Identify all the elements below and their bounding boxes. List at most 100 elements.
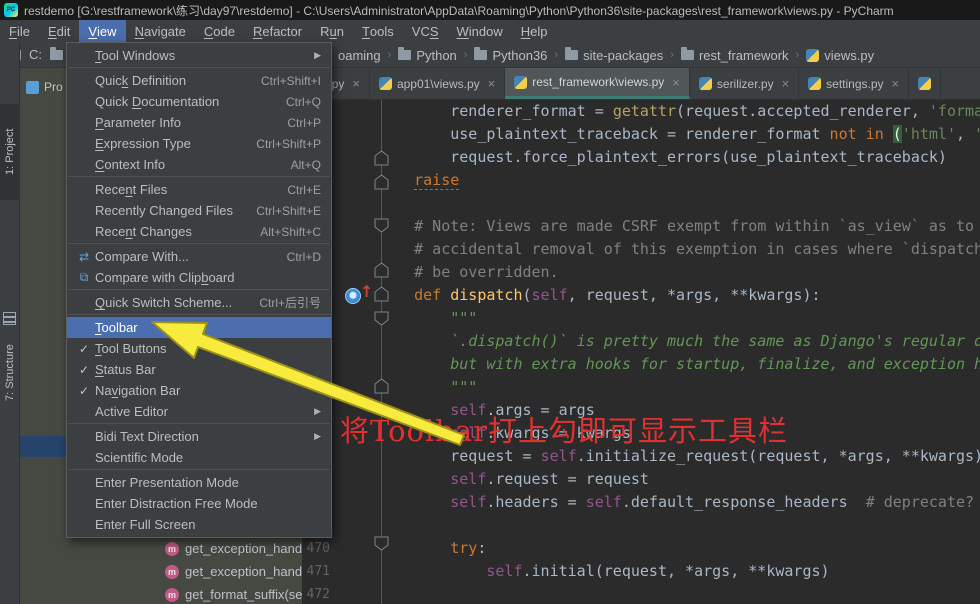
- close-icon[interactable]: ×: [892, 76, 900, 91]
- menubar-item-vcs[interactable]: VC S: [403, 20, 448, 42]
- structure-item-get-format-suffix-self[interactable]: m get_format_suffix(self,: [20, 583, 302, 604]
- python-file-icon: [514, 75, 528, 89]
- menu-item-label: Recent Changes: [95, 224, 192, 239]
- code-line: but with extra hooks for startup, finali…: [378, 355, 980, 373]
- tab-rest-framework-views-py[interactable]: rest_framework\views.py ×: [505, 68, 690, 99]
- breadcrumb-label: rest_framework: [698, 47, 789, 63]
- menubar-item-view[interactable]: View: [79, 20, 126, 42]
- menu-item-compare-with[interactable]: ⇄ Compare With... Ctrl+D: [67, 246, 331, 267]
- code-line: raise: [414, 171, 460, 190]
- menu-item-expression-type[interactable]: Expression Type Ctrl+Shift+P: [67, 133, 331, 154]
- menu-item-bidi-text-direction[interactable]: Bidi Text Direction ▶: [67, 426, 331, 447]
- close-icon[interactable]: ×: [352, 76, 360, 91]
- tool-window-button-structure[interactable]: 7: Structure: [0, 330, 20, 416]
- folder-icon: [474, 47, 488, 60]
- menu-bar: File Edit View Navigate Code Refactor Ru n Tools…: [0, 20, 980, 42]
- close-icon[interactable]: ×: [782, 76, 790, 91]
- menu-item-enter-distraction-free-mode[interactable]: Enter Distraction Free Mode: [67, 493, 331, 514]
- menu-item-quick-switch-scheme[interactable]: Quick Switch Scheme... Ctrl+后引号: [67, 292, 331, 313]
- menu-item-label: Recently Changed Files: [95, 203, 234, 218]
- menubar-item-file[interactable]: File: [0, 20, 39, 42]
- menubar-item-help[interactable]: Help: [512, 20, 557, 42]
- drive-crumb[interactable]: C:: [29, 47, 42, 62]
- menu-item-context-info[interactable]: Context Info Alt+Q: [67, 154, 331, 175]
- code-line: self.request = request: [450, 470, 649, 488]
- menu-item-tool-windows[interactable]: Tool Windows ▶: [67, 45, 331, 66]
- breadcrumb-item-rest-framework[interactable]: rest_framework: [680, 47, 789, 63]
- menu-item-label: Enter Presentation Mode: [95, 475, 239, 490]
- menu-item-recently-changed-files[interactable]: Recently Changed Files Ctrl+Shift+E: [67, 200, 331, 221]
- annotation-text: 将Toolbar打上勾即可显示工具栏: [340, 414, 789, 448]
- submenu-arrow-icon: ▶: [314, 50, 321, 60]
- menu-item-quick-definition[interactable]: Quick Definition Ctrl+Shift+I: [67, 70, 331, 91]
- breadcrumb-label: site-packages: [583, 47, 664, 63]
- menubar-item-run[interactable]: Run: [311, 20, 353, 42]
- menu-item-enter-full-screen[interactable]: Enter Full Screen: [67, 514, 331, 535]
- breadcrumb-separator: ›: [463, 49, 468, 61]
- menu-item-recent-changes[interactable]: Recent Changes Alt+Shift+C: [67, 221, 331, 242]
- code-area: renderer_format = getattr(request.accept…: [340, 100, 980, 604]
- menu-item-label: Compare with Clipboard: [95, 270, 235, 285]
- method-icon: m: [165, 587, 179, 602]
- menu-item-label: Quick Definition: [95, 73, 187, 88]
- pycharm-logo-icon: PC: [4, 3, 18, 17]
- tab-partial[interactable]: [909, 68, 942, 99]
- menu-item-recent-files[interactable]: Recent Files Ctrl+E: [67, 179, 331, 200]
- menu-item-label: Tool Buttons: [95, 341, 167, 356]
- menu-separator: [68, 289, 330, 290]
- menu-item-toolbar[interactable]: Toolbar: [67, 317, 331, 338]
- menu-separator: [68, 176, 330, 177]
- menu-item-navigation-bar[interactable]: ✓ Navigation Bar: [67, 380, 331, 401]
- breadcrumb-item-python36[interactable]: Python36: [474, 47, 547, 63]
- menu-item-compare-with-clipboard[interactable]: ⧉ Compare with Clipboard: [67, 267, 331, 288]
- breadcrumb-item-oaming[interactable]: oaming: [338, 48, 381, 63]
- code-line: """: [378, 309, 478, 327]
- menubar-item-edit[interactable]: Edit: [39, 20, 79, 42]
- menu-item-scientific-mode[interactable]: Scientific Mode: [67, 447, 331, 468]
- tab-label: settings.py: [826, 76, 884, 91]
- tool-window-button-project[interactable]: 1: Project: [0, 104, 20, 200]
- breadcrumb-separator: ›: [554, 49, 559, 61]
- submenu-arrow-icon: ▶: [314, 431, 321, 441]
- structure-item-label: get_format_suffix(self,: [185, 587, 302, 602]
- menu-item-status-bar[interactable]: ✓ Status Bar: [67, 359, 331, 380]
- breadcrumb-item-python[interactable]: Python: [398, 47, 457, 63]
- method-icon: m: [165, 564, 179, 579]
- menu-item-label: Active Editor: [95, 404, 168, 419]
- tab-app01-views-py[interactable]: app01\views.py ×: [370, 68, 506, 99]
- menubar-item-navigate[interactable]: Navigate: [126, 20, 195, 42]
- breadcrumb-label: views.py: [824, 47, 875, 63]
- code-line: def dispatch(self, request, *args, **kwa…: [414, 286, 821, 304]
- menubar-item-window[interactable]: Window: [448, 20, 512, 42]
- menu-item-tool-buttons[interactable]: ✓ Tool Buttons: [67, 338, 331, 359]
- menubar-item-refactor[interactable]: Refactor: [244, 20, 311, 42]
- tab-label: rest_framework\views.py: [532, 75, 665, 89]
- structure-item-label: get_exception_handle: [185, 564, 302, 579]
- structure-item-get-exception-handle[interactable]: m get_exception_handle: [20, 560, 302, 583]
- menu-item-label: Recent Files: [95, 182, 168, 197]
- menu-item-shortcut: Ctrl+Shift+I: [260, 73, 321, 88]
- menu-item-label: Status Bar: [95, 362, 156, 377]
- menu-item-quick-documentation[interactable]: Quick Documentation Ctrl+Q: [67, 91, 331, 112]
- menubar-item-code[interactable]: Code: [195, 20, 244, 42]
- tab-settings-py[interactable]: settings.py ×: [799, 68, 910, 99]
- structure-item-get-exception-handle[interactable]: m get_exception_handle: [20, 537, 302, 560]
- code-line: renderer_format = getattr(request.accept…: [378, 102, 980, 120]
- menu-item-active-editor[interactable]: Active Editor ▶: [67, 401, 331, 422]
- breadcrumb-separator: ›: [795, 49, 800, 61]
- breadcrumb-item-site-packages[interactable]: site-packages: [565, 47, 664, 63]
- view-menu-popup: Tool Windows ▶ Quick Definition Ctrl+Shift+…: [66, 42, 332, 538]
- close-icon[interactable]: ×: [672, 75, 680, 90]
- menu-item-parameter-info[interactable]: Parameter Info Ctrl+P: [67, 112, 331, 133]
- menu-separator: [68, 67, 330, 68]
- breadcrumb-item-views-py[interactable]: views.py: [806, 48, 874, 63]
- code-line: try:: [450, 539, 487, 557]
- tab-serilizer-py[interactable]: serilizer.py ×: [690, 68, 800, 99]
- code-line: # be overridden.: [378, 263, 559, 281]
- tab-label: app01\views.py: [396, 76, 480, 91]
- folder-icon: [398, 47, 412, 60]
- menu-item-enter-presentation-mode[interactable]: Enter Presentation Mode: [67, 472, 331, 493]
- close-icon[interactable]: ×: [488, 76, 496, 91]
- menubar-item-tools[interactable]: Tools: [353, 20, 403, 42]
